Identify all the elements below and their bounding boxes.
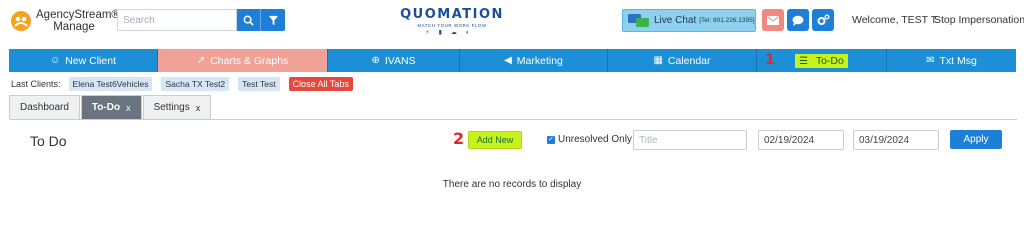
tab-settings[interactable]: Settings x: [142, 95, 212, 119]
tab-to-do[interactable]: To-Do x: [80, 95, 142, 119]
brand-name: AgencyStream® Manage: [36, 9, 120, 33]
search-icon: [243, 15, 254, 26]
annotation-2: 2: [453, 129, 465, 148]
messages-button[interactable]: [787, 9, 809, 31]
live-chat-button[interactable]: Live Chat [Tel: 801.226.1395]: [622, 9, 756, 32]
settings-button[interactable]: [812, 9, 834, 31]
nav-to-do-highlight: ☰ To-Do: [795, 53, 848, 68]
unresolved-only-checkbox[interactable]: ✓: [547, 136, 555, 144]
live-chat-label: Live Chat: [654, 15, 697, 26]
cogs-icon: [817, 14, 829, 25]
unresolved-only-label: Unresolved Only: [558, 134, 632, 145]
last-client-chip[interactable]: Elena Test6Vehicles: [68, 77, 153, 91]
tab-label: Settings: [153, 102, 190, 113]
search-group: [117, 9, 287, 31]
stop-impersonation-link[interactable]: Stop Impersonation: [934, 14, 1024, 26]
nav-label: Calendar: [667, 54, 711, 67]
user-icon: ☺: [50, 55, 61, 66]
nav-txt-msg[interactable]: ✉ Txt Msg: [887, 49, 1016, 72]
date-from-input[interactable]: [758, 130, 844, 150]
add-new-button[interactable]: Add New: [468, 131, 522, 149]
nav-label: Txt Msg: [939, 54, 977, 67]
last-client-chip[interactable]: Test Test: [238, 77, 280, 91]
tab-dashboard[interactable]: Dashboard: [9, 95, 80, 119]
nav-calendar[interactable]: ▦ Calendar: [608, 49, 757, 72]
filter-icon: [268, 15, 278, 25]
comments-icon: ✉: [926, 55, 935, 66]
quomation-tagline: MATCH YOUR WORK FLOW: [417, 23, 487, 28]
filter-button[interactable]: [261, 9, 285, 31]
nav-to-do[interactable]: ☰ To-Do: [757, 49, 887, 72]
close-icon[interactable]: x: [126, 103, 131, 113]
nav-marketing[interactable]: ◀ Marketing: [460, 49, 608, 72]
live-chat-icon: [628, 13, 650, 28]
megaphone-icon: ◀: [504, 55, 512, 66]
nav-label: New Client: [65, 54, 116, 67]
nav-label: Charts & Graphs: [210, 54, 289, 67]
brand-line1: AgencyStream®: [36, 9, 120, 21]
nav-label: Marketing: [516, 54, 563, 67]
title-filter-input[interactable]: [633, 130, 747, 150]
quomation-icons: ⚡▮☁◐: [425, 30, 479, 36]
annotation-1: 1: [765, 52, 775, 68]
agencystream-logo-icon: [11, 11, 31, 31]
list-icon: ☰: [799, 55, 809, 67]
welcome-text: Welcome, TEST T.: [852, 14, 939, 26]
nav-label: To-Do: [815, 54, 844, 67]
date-to-input[interactable]: [853, 130, 939, 150]
last-client-chip[interactable]: Sacha TX Test2: [161, 77, 230, 91]
close-icon[interactable]: x: [196, 103, 201, 113]
live-chat-tel: [Tel: 801.226.1395]: [699, 17, 755, 24]
mail-button[interactable]: [762, 9, 784, 31]
page-title: To Do: [30, 133, 67, 149]
search-input[interactable]: [117, 9, 237, 31]
comment-icon: [792, 15, 804, 26]
circle-plus-icon: ⊕: [371, 55, 380, 66]
app-header: AgencyStream® Manage QUOMATION MATCH YOU…: [0, 0, 1024, 44]
quomation-title: QUOMATION: [400, 7, 504, 22]
quomation-logo: QUOMATION MATCH YOUR WORK FLOW ⚡▮☁◐: [382, 7, 522, 36]
last-clients-label: Last Clients:: [11, 79, 61, 89]
envelope-icon: [767, 15, 779, 25]
nav-new-client[interactable]: ☺ New Client: [9, 49, 158, 72]
last-clients-bar: Last Clients: Elena Test6Vehicles Sacha …: [11, 77, 353, 91]
calendar-icon: ▦: [653, 55, 663, 66]
chart-icon: ↗: [196, 55, 206, 66]
tab-label: Dashboard: [20, 102, 69, 113]
apply-button[interactable]: Apply: [950, 130, 1002, 149]
close-all-tabs-button[interactable]: Close All Tabs: [288, 77, 353, 91]
nav-label: IVANS: [384, 54, 416, 67]
search-button[interactable]: [237, 9, 261, 31]
tab-bar: Dashboard To-Do x Settings x: [9, 95, 212, 119]
empty-state-message: There are no records to display: [442, 179, 582, 190]
nav-charts-graphs[interactable]: ↗ Charts & Graphs: [158, 49, 328, 72]
main-nav: ☺ New Client ↗ Charts & Graphs ⊕ IVANS ◀…: [9, 49, 1016, 72]
nav-ivans[interactable]: ⊕ IVANS: [328, 49, 460, 72]
brand-line2: Manage: [53, 21, 95, 33]
tab-label: To-Do: [91, 102, 121, 113]
